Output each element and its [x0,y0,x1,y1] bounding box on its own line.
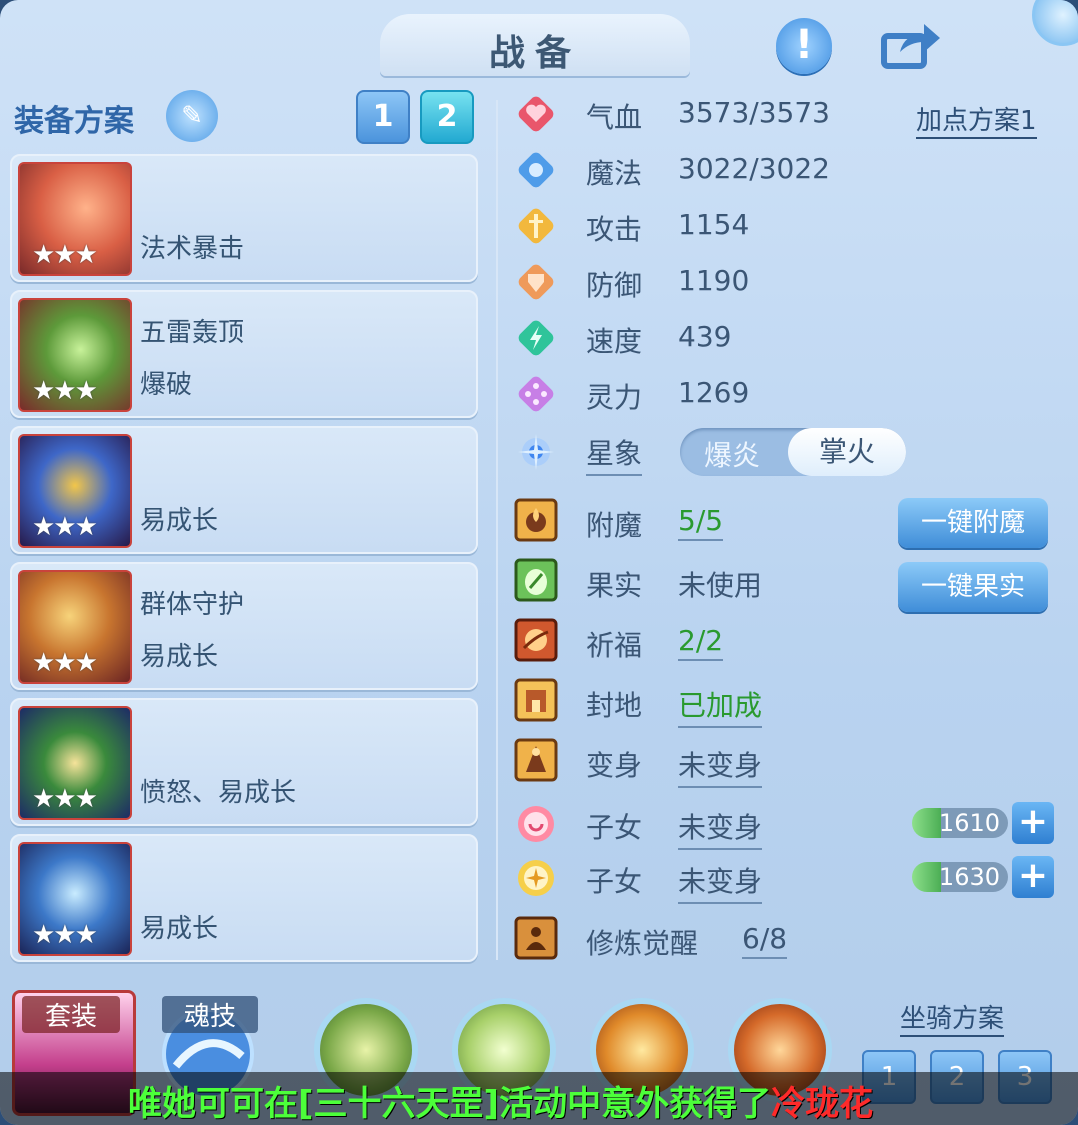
broadcast-message: 唯她可可在[三十六天罡]活动中意外获得了 [128,1084,772,1124]
attack-value: 1154 [678,208,750,241]
hp-label: 气血 [586,101,643,134]
star-rating: ★★★ [32,784,98,814]
card-line2: 易成长 [140,642,219,672]
star-rating: ★★★ [32,920,98,950]
blessing-label: 祈福 [586,629,643,662]
enchant-icon [514,498,558,542]
mount-scheme-link[interactable]: 坐骑方案 [900,998,1005,1037]
suit-label: 套装 [22,996,120,1033]
speed-icon [518,320,554,356]
card-line2: 法术暴击 [140,234,245,264]
one-click-enchant-button[interactable]: 一键附魔 [898,498,1048,548]
child2-label: 子女 [586,865,643,898]
attack-label: 攻击 [586,213,643,246]
spirit-label: 灵力 [586,381,643,414]
battle-prep-panel: 战备 ! 装备方案 ✎ 1 2 ★★★ 法术暴击 ★★★ 五雷轰顶 爆破 ★★★… [0,0,1078,1125]
blessing-icon [514,618,558,662]
fief-label: 封地 [586,689,643,722]
speed-label: 速度 [586,325,643,358]
share-icon[interactable] [880,22,942,70]
spirit-icon [518,376,554,412]
option-baoyan[interactable]: 爆炎 [704,434,760,474]
equip-card-shoes[interactable]: ★★★ 易成长 [10,834,478,962]
heart-icon [518,96,554,132]
card-line2: 易成长 [140,506,219,536]
star-sign-icon [518,434,554,470]
broadcast-item: 冷珑花 [771,1084,874,1124]
child2-value[interactable]: 未变身 [678,860,763,904]
spirit-value: 1269 [678,376,750,409]
title-plate: 战备 [380,14,690,76]
equip-card-weapon[interactable]: ★★★ 法术暴击 [10,154,478,282]
equip-card-armor[interactable]: ★★★ 易成长 [10,426,478,554]
child2-plus-button[interactable]: + [1012,856,1054,898]
child1-bar: 1610 [912,808,1008,838]
edit-icon[interactable]: ✎ [166,90,218,142]
page-title: 战备 [488,33,581,74]
child-icon-pink [518,806,554,842]
star-sign-toggle[interactable]: 爆炎 掌火 [680,428,906,476]
star-sign-label[interactable]: 星象 [586,432,643,476]
transform-icon [514,738,558,782]
mp-value: 3022/3022 [678,152,830,185]
soul-skill-label: 魂技 [162,996,258,1033]
child2-bar: 1630 [912,862,1008,892]
child1-plus-button[interactable]: + [1012,802,1054,844]
option-zhanghuo[interactable]: 掌火 [788,428,906,476]
card-line2: 愤怒、易成长 [140,778,297,808]
equip-card-headgear[interactable]: ★★★ 五雷轰顶 爆破 [10,290,478,418]
system-broadcast-text: 唯她可可在[三十六天罡]活动中意外获得了冷珑花 [128,1076,873,1125]
fief-icon [514,678,558,722]
fruit-label: 果实 [586,569,643,602]
scheme-tab-2[interactable]: 2 [420,90,474,144]
fruit-value: 未使用 [678,569,763,602]
close-orb-icon[interactable] [1032,0,1078,46]
hp-value: 3573/3573 [678,96,830,129]
fruit-icon [514,558,558,602]
enchant-label: 附魔 [586,509,643,542]
equip-card-necklace[interactable]: ★★★ 群体守护 易成长 [10,562,478,690]
defense-value: 1190 [678,264,750,297]
transform-label: 变身 [586,749,643,782]
fief-value[interactable]: 已加成 [678,684,763,728]
child1-value[interactable]: 未变身 [678,806,763,850]
child-icon-gold [518,860,554,896]
awaken-value[interactable]: 6/8 [742,922,788,959]
defense-label: 防御 [586,269,643,302]
mp-label: 魔法 [586,157,643,190]
star-rating: ★★★ [32,648,98,678]
blessing-value[interactable]: 2/2 [678,624,724,661]
star-rating: ★★★ [32,240,98,270]
awaken-label: 修炼觉醒 [586,927,699,960]
defense-icon [518,264,554,300]
info-icon[interactable]: ! [776,18,832,74]
star-rating: ★★★ [32,512,98,542]
scheme-tab-1[interactable]: 1 [356,90,410,144]
card-line2: 爆破 [140,370,193,400]
card-line2: 易成长 [140,914,219,944]
mana-icon [518,152,554,188]
one-click-fruit-button[interactable]: 一键果实 [898,562,1048,612]
card-line1: 五雷轰顶 [140,318,245,348]
card-line1: 群体守护 [140,590,245,620]
awaken-icon [514,916,558,960]
enchant-value[interactable]: 5/5 [678,504,724,541]
divider [496,100,498,960]
transform-value[interactable]: 未变身 [678,744,763,788]
point-plan-link[interactable]: 加点方案1 [916,100,1037,139]
attack-icon [518,208,554,244]
speed-value: 439 [678,320,732,353]
equip-scheme-label: 装备方案 [14,104,134,139]
child1-label: 子女 [586,811,643,844]
star-rating: ★★★ [32,376,98,406]
equip-card-belt[interactable]: ★★★ 愤怒、易成长 [10,698,478,826]
